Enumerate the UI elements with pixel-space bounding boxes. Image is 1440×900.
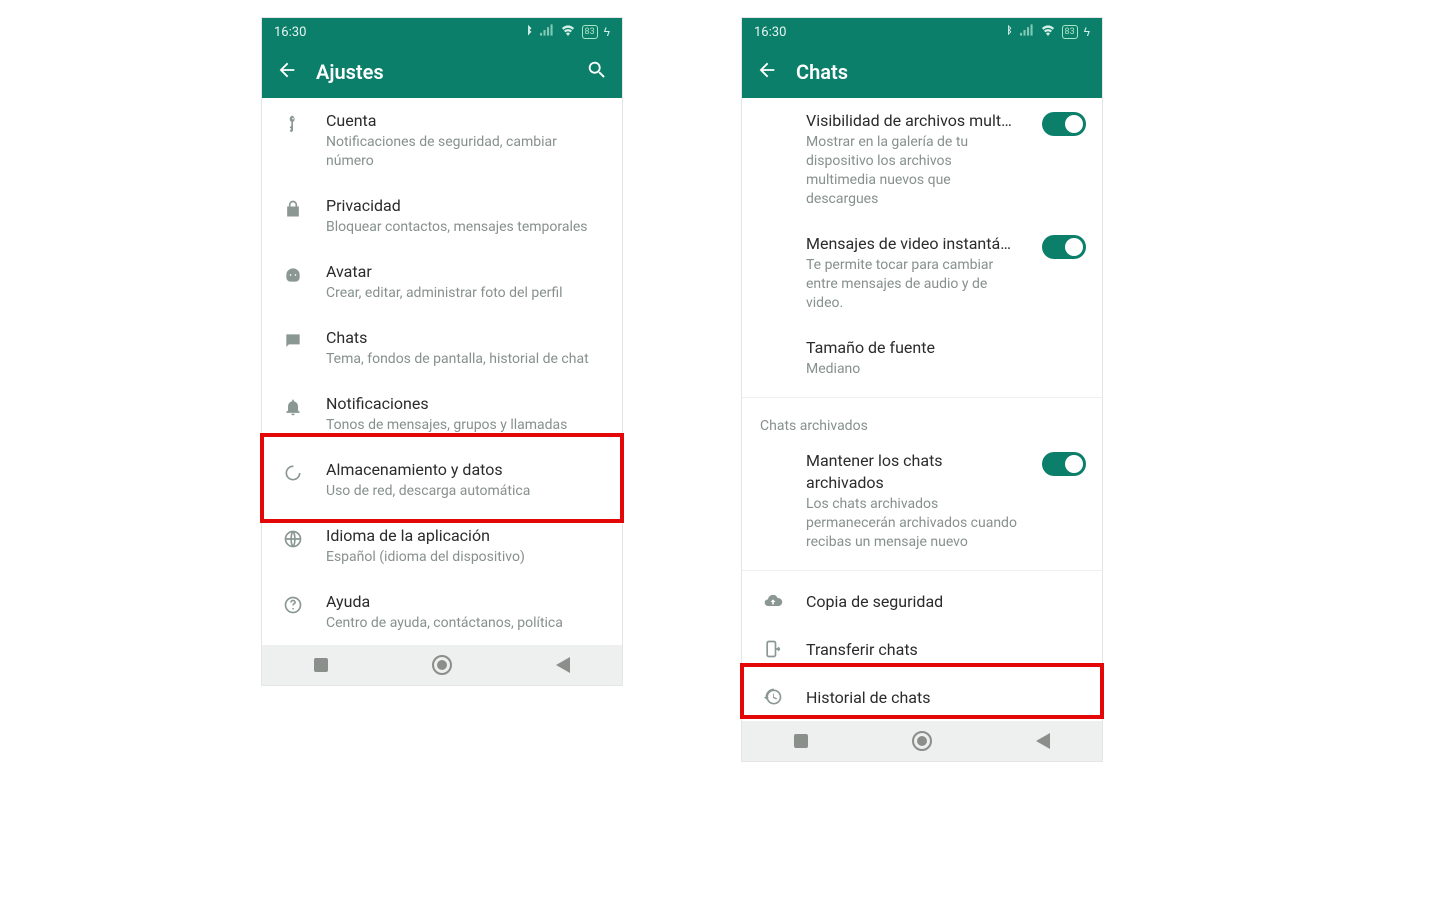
phone-chats-settings: 16:30 83 ϟ Chats Visibilidad de archivos… [742, 18, 1102, 761]
charge-icon: ϟ [604, 25, 610, 39]
row-title: Visibilidad de archivos mult… [806, 110, 1022, 132]
status-bar: 16:30 83 ϟ [742, 18, 1102, 46]
lock-icon [280, 195, 306, 219]
charge-icon: ϟ [1084, 25, 1090, 39]
nav-recent-icon[interactable] [794, 734, 808, 748]
setting-sub: Tonos de mensajes, grupos y llamadas [326, 416, 606, 435]
cloud-upload-icon [760, 591, 786, 611]
row-title: Tamaño de fuente [806, 337, 1086, 359]
signal-icon [540, 24, 554, 40]
avatar-icon [280, 261, 306, 285]
setting-language[interactable]: Idioma de la aplicación Español (idioma … [262, 513, 622, 579]
chat-history-row[interactable]: Historial de chats [742, 673, 1102, 721]
row-sub: Mostrar en la galería de tu dispositivo … [806, 133, 1022, 209]
back-icon[interactable] [756, 59, 778, 85]
android-navbar [742, 721, 1102, 761]
setting-sub: Tema, fondos de pantalla, historial de c… [326, 350, 606, 369]
help-icon [280, 591, 306, 615]
battery-icon: 83 [1062, 25, 1078, 39]
search-icon[interactable] [586, 59, 608, 85]
transfer-icon [760, 639, 786, 659]
chats-settings-list: Visibilidad de archivos mult… Mostrar en… [742, 98, 1102, 721]
nav-home-icon[interactable] [912, 731, 932, 751]
nav-back-icon[interactable] [1036, 733, 1050, 749]
setting-title: Chats [326, 327, 606, 349]
setting-sub: Bloquear contactos, mensajes temporales [326, 218, 606, 237]
setting-title: Almacenamiento y datos [326, 459, 606, 481]
setting-avatar[interactable]: Avatar Crear, editar, administrar foto d… [262, 249, 622, 315]
setting-sub: Uso de red, descarga automática [326, 482, 606, 501]
setting-account[interactable]: Cuenta Notificaciones de seguridad, camb… [262, 98, 622, 183]
transfer-chats-row[interactable]: Transferir chats [742, 625, 1102, 673]
row-title: Transferir chats [806, 640, 918, 659]
setting-sub: Notificaciones de seguridad, cambiar núm… [326, 133, 606, 171]
nav-recent-icon[interactable] [314, 658, 328, 672]
font-size-row[interactable]: Tamaño de fuente Mediano [742, 325, 1102, 391]
row-sub: Los chats archivados permanecerán archiv… [806, 495, 1022, 552]
backup-row[interactable]: Copia de seguridad [742, 577, 1102, 625]
setting-title: Idioma de la aplicación [326, 525, 606, 547]
nav-home-icon[interactable] [432, 655, 452, 675]
setting-notifications[interactable]: Notificaciones Tonos de mensajes, grupos… [262, 381, 622, 447]
nav-back-icon[interactable] [556, 657, 570, 673]
battery-icon: 83 [582, 25, 598, 39]
archived-section-label: Chats archivados [742, 404, 1102, 438]
setting-privacy[interactable]: Privacidad Bloquear contactos, mensajes … [262, 183, 622, 249]
divider [742, 570, 1102, 571]
setting-help[interactable]: Ayuda Centro de ayuda, contáctanos, polí… [262, 579, 622, 645]
setting-sub: Español (idioma del dispositivo) [326, 548, 606, 567]
status-time: 16:30 [754, 25, 786, 40]
status-right-icons: 83 ϟ [1003, 24, 1090, 41]
keep-archived-toggle[interactable] [1042, 452, 1086, 476]
status-bar: 16:30 83 ϟ [262, 18, 622, 46]
bell-icon [280, 393, 306, 417]
appbar-title: Ajustes [316, 60, 568, 84]
instant-video-toggle[interactable] [1042, 235, 1086, 259]
row-title: Mantener los chats archivados [806, 450, 1022, 494]
media-visibility-row[interactable]: Visibilidad de archivos mult… Mostrar en… [742, 98, 1102, 221]
setting-sub: Crear, editar, administrar foto del perf… [326, 284, 606, 303]
wifi-icon [560, 24, 576, 40]
row-title: Mensajes de video instantá… [806, 233, 1022, 255]
appbar-title: Chats [796, 60, 1088, 84]
history-icon [760, 687, 786, 707]
android-navbar [262, 645, 622, 685]
key-icon [280, 110, 306, 134]
setting-title: Cuenta [326, 110, 606, 132]
status-right-icons: 83 ϟ [523, 24, 610, 41]
app-bar-settings: Ajustes [262, 46, 622, 98]
keep-archived-row[interactable]: Mantener los chats archivados Los chats … [742, 438, 1102, 564]
signal-icon [1020, 24, 1034, 40]
row-sub: Te permite tocar para cambiar entre mens… [806, 256, 1022, 313]
divider [742, 397, 1102, 398]
instant-video-row[interactable]: Mensajes de video instantá… Te permite t… [742, 221, 1102, 325]
setting-title: Ayuda [326, 591, 606, 613]
bluetooth-icon [523, 24, 534, 41]
setting-chats[interactable]: Chats Tema, fondos de pantalla, historia… [262, 315, 622, 381]
setting-storage[interactable]: Almacenamiento y datos Uso de red, desca… [262, 447, 622, 513]
setting-title: Privacidad [326, 195, 606, 217]
row-title: Copia de seguridad [806, 592, 943, 611]
setting-title: Avatar [326, 261, 606, 283]
app-bar-chats: Chats [742, 46, 1102, 98]
back-icon[interactable] [276, 59, 298, 85]
row-title: Historial de chats [806, 688, 931, 707]
chat-icon [280, 327, 306, 351]
status-time: 16:30 [274, 25, 306, 40]
settings-list: Cuenta Notificaciones de seguridad, camb… [262, 98, 622, 645]
bluetooth-icon [1003, 24, 1014, 41]
setting-title: Notificaciones [326, 393, 606, 415]
phone-settings: 16:30 83 ϟ Ajustes Cuenta [262, 18, 622, 685]
row-sub: Mediano [806, 360, 1086, 379]
setting-sub: Centro de ayuda, contáctanos, política [326, 614, 606, 633]
globe-icon [280, 525, 306, 549]
storage-icon [280, 459, 306, 483]
wifi-icon [1040, 24, 1056, 40]
media-visibility-toggle[interactable] [1042, 112, 1086, 136]
